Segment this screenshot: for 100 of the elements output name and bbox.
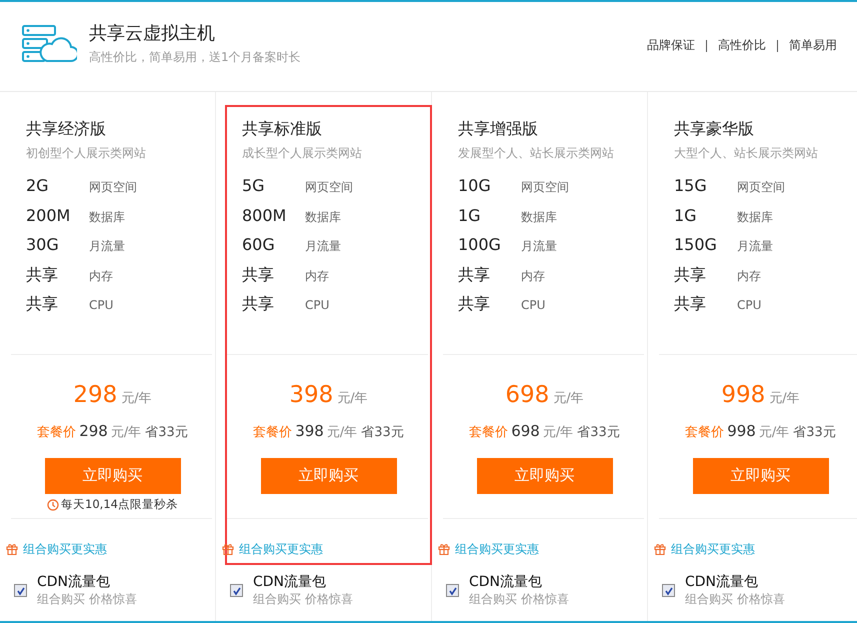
addon-subtitle: 组合购买 价格惊喜 <box>685 591 785 608</box>
spec-label: 网页空间 <box>521 179 569 196</box>
saving-text: 省33元 <box>145 424 188 440</box>
package-unit: 元/年 <box>758 424 790 440</box>
spec-value: 共享 <box>242 264 275 286</box>
page-subtitle: 高性价比，简单易用，送1个月备案时长 <box>89 49 302 66</box>
plan-name: 共享豪华版 <box>673 119 755 140</box>
spec-value: 共享 <box>242 294 275 316</box>
spec-value: 15G <box>674 176 708 195</box>
spec-label: 网页空间 <box>305 179 353 196</box>
package-price: 998 <box>727 422 756 440</box>
gift-icon <box>654 543 666 556</box>
price: 998 <box>721 382 766 408</box>
buy-button[interactable]: 立即购买 <box>692 458 828 494</box>
addon-title: CDN流量包 <box>469 573 544 591</box>
buy-button[interactable]: 立即购买 <box>44 458 180 494</box>
spec-value: 10G <box>458 176 492 195</box>
spec-value: 5G <box>242 176 266 195</box>
package-price: 398 <box>295 422 324 440</box>
spec-label: 内存 <box>305 268 329 285</box>
spec-label: 网页空间 <box>89 179 137 196</box>
addon-checkbox[interactable] <box>662 584 675 597</box>
price: 698 <box>505 382 550 408</box>
spec-value: 2G <box>26 176 50 195</box>
price-unit: 元/年 <box>337 390 368 406</box>
price-unit: 元/年 <box>121 390 152 406</box>
buy-button[interactable]: 立即购买 <box>260 458 396 494</box>
addon-subtitle: 组合购买 价格惊喜 <box>37 591 137 608</box>
addon-checkbox[interactable] <box>14 584 27 597</box>
feature-label: 品牌保证 <box>647 37 695 54</box>
feature-label: 简单易用 <box>789 37 837 54</box>
package-unit: 元/年 <box>542 424 574 440</box>
plan-card[interactable]: 共享增强版 发展型个人、站长展示类网站 10G 网页空间 1G 数据库 100G 月流量 共享 内存 共享 CPU 698 元/年 套餐价 698 元/年 省33元 立即购买 组合购买更实惠 <box>441 105 648 565</box>
saving-text: 省33元 <box>577 424 620 440</box>
plan-card[interactable]: 共享豪华版 大型个人、站长展示类网站 15G 网页空间 1G 数据库 150G 月流量 共享 内存 共享 CPU 998 元/年 套餐价 998 元/年 省33元 立即购买 组合购买更实惠 <box>657 105 857 565</box>
price: 398 <box>289 382 334 408</box>
addon-checkbox[interactable] <box>230 584 243 597</box>
spec-label: CPU <box>89 298 114 312</box>
package-label: 套餐价 <box>37 424 76 440</box>
spec-label: CPU <box>737 298 762 312</box>
combo-link[interactable]: 组合购买更实惠 <box>455 540 539 558</box>
plan-card[interactable]: 共享经济版 初创型个人展示类网站 2G 网页空间 200M 数据库 30G 月流量 共享 内存 共享 CPU 298 元/年 套餐价 298 元/年 省33元 立即购买 每天10,14点限量秒杀 组合购买更实惠 <box>9 105 216 565</box>
spec-label: 内存 <box>737 268 761 285</box>
spec-value: 100G <box>458 235 502 254</box>
plan-card[interactable]: 共享标准版 成长型个人展示类网站 5G 网页空间 800M 数据库 60G 月流量 共享 内存 共享 CPU 398 元/年 套餐价 398 元/年 省33元 立即购买 组合购买更实惠 <box>225 105 432 565</box>
saving-text: 省33元 <box>793 424 836 440</box>
spec-value: 共享 <box>674 264 707 286</box>
package-label: 套餐价 <box>469 424 508 440</box>
price: 298 <box>73 382 118 408</box>
package-unit: 元/年 <box>110 424 142 440</box>
spec-label: 内存 <box>89 268 113 285</box>
addon-checkbox[interactable] <box>446 584 459 597</box>
package-price: 298 <box>79 422 108 440</box>
flash-sale-note: 每天10,14点限量秒杀 <box>61 497 178 512</box>
package-label: 套餐价 <box>685 424 724 440</box>
addon-subtitle: 组合购买 价格惊喜 <box>469 591 569 608</box>
plan-description: 大型个人、站长展示类网站 <box>673 145 819 162</box>
spec-label: CPU <box>521 298 546 312</box>
package-unit: 元/年 <box>326 424 358 440</box>
plan-name: 共享标准版 <box>241 119 323 140</box>
spec-value: 共享 <box>26 264 59 286</box>
spec-value: 共享 <box>26 294 59 316</box>
spec-value: 30G <box>26 235 60 254</box>
gift-icon <box>6 543 18 556</box>
server-cloud-icon <box>21 24 77 64</box>
spec-value: 60G <box>242 235 276 254</box>
price-unit: 元/年 <box>769 390 800 406</box>
feature-label: 高性价比 <box>718 37 766 54</box>
buy-button[interactable]: 立即购买 <box>476 458 612 494</box>
spec-value: 共享 <box>674 294 707 316</box>
page-title: 共享云虚拟主机 <box>89 22 216 45</box>
spec-value: 200M <box>26 206 72 225</box>
spec-label: 月流量 <box>89 238 125 256</box>
combo-link[interactable]: 组合购买更实惠 <box>671 540 755 558</box>
package-price: 698 <box>511 422 540 440</box>
combo-link[interactable]: 组合购买更实惠 <box>23 540 107 558</box>
spec-value: 800M <box>242 206 288 225</box>
gift-icon <box>438 543 450 556</box>
package-label: 套餐价 <box>253 424 292 440</box>
spec-value: 共享 <box>458 294 491 316</box>
plan-name: 共享增强版 <box>457 119 539 140</box>
combo-link[interactable]: 组合购买更实惠 <box>239 540 323 558</box>
plan-description: 发展型个人、站长展示类网站 <box>457 145 615 162</box>
plan-description: 成长型个人展示类网站 <box>241 145 363 162</box>
plan-name: 共享经济版 <box>25 119 107 140</box>
spec-label: 网页空间 <box>737 179 785 196</box>
spec-label: 月流量 <box>737 238 773 256</box>
spec-label: CPU <box>305 298 330 312</box>
spec-label: 月流量 <box>305 238 341 256</box>
saving-text: 省33元 <box>361 424 404 440</box>
clock-icon <box>47 498 60 511</box>
spec-label: 数据库 <box>89 208 125 226</box>
addon-title: CDN流量包 <box>685 573 760 591</box>
addon-title: CDN流量包 <box>253 573 328 591</box>
plan-description: 初创型个人展示类网站 <box>25 145 147 162</box>
spec-value: 1G <box>674 206 698 225</box>
addon-subtitle: 组合购买 价格惊喜 <box>253 591 353 608</box>
spec-value: 150G <box>674 235 718 254</box>
spec-label: 数据库 <box>521 208 557 226</box>
spec-value: 共享 <box>458 264 491 286</box>
